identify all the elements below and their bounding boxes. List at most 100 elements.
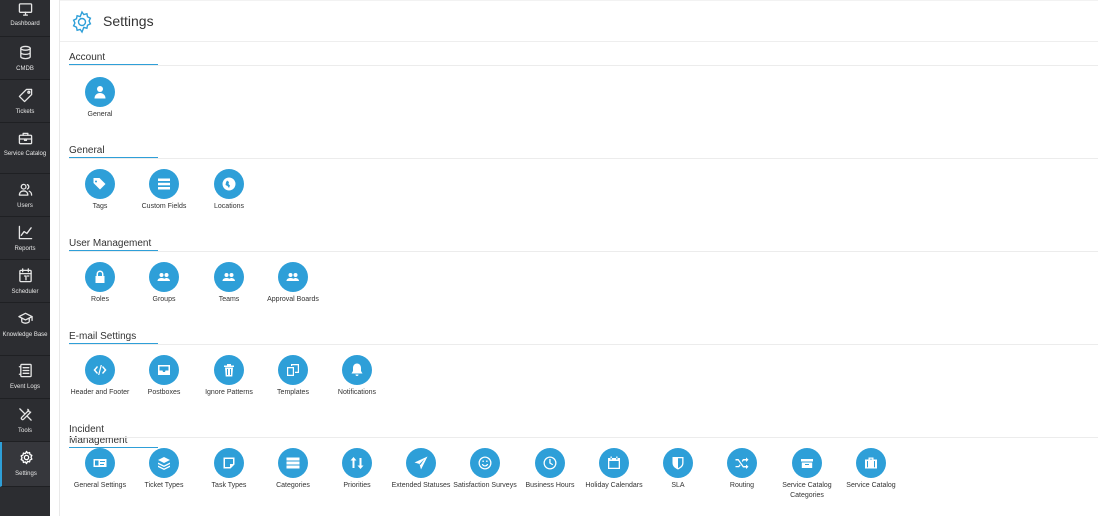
setting-label: Locations [214,203,244,210]
sidebar-item-service-catalog[interactable]: Service Catalog [0,123,50,174]
clock-icon [535,448,565,478]
sidebar-item-label: Dashboard [10,21,40,27]
setting-teams[interactable]: Teams [193,262,265,305]
section-title-incident-management: Incident Management [69,424,158,448]
graduation-cap-icon [0,311,50,333]
setting-service-catalog-categories[interactable]: Service Catalog Categories [771,448,843,501]
setting-ticket-types[interactable]: Ticket Types [128,448,200,491]
sidebar-item-settings[interactable]: Settings [0,442,50,487]
setting-label: Categories [276,482,310,489]
gear-icon [2,450,50,472]
setting-task-types[interactable]: Task Types [193,448,265,491]
globe-icon [214,169,244,199]
setting-custom-fields[interactable]: Custom Fields [128,169,200,212]
section-title-email-settings: E-mail Settings [69,331,158,344]
setting-business-hours[interactable]: Business Hours [514,448,586,491]
setting-label: Ticket Types [144,482,184,489]
sidebar-item-label: Tickets [15,109,35,115]
setting-holiday-calendars[interactable]: Holiday Calendars [578,448,650,491]
setting-header-and-footer[interactable]: Header and Footer [64,355,136,398]
section-divider [69,65,1098,66]
setting-account-general[interactable]: General [64,77,136,120]
setting-label: Holiday Calendars [585,482,643,489]
setting-label: Extended Statuses [391,482,451,489]
setting-label: Postboxes [147,389,181,396]
sidebar-item-label: Reports [14,246,36,252]
layers-icon [149,448,179,478]
sidebar-item-label: Knowledge Base [2,332,48,338]
setting-label: Approval Boards [267,296,319,303]
sidebar-item-label: Tools [17,428,32,434]
sidebar-item-label: Scheduler [11,289,39,295]
setting-general-settings[interactable]: General Settings [64,448,136,491]
sidebar-item-knowledge-base[interactable]: Knowledge Base [0,303,50,356]
section-divider [69,344,1098,345]
send-icon [406,448,436,478]
sidebar-item-label: Service Catalog [3,151,47,157]
setting-postboxes[interactable]: Postboxes [128,355,200,398]
calendar-icon [0,268,50,290]
setting-label: Service Catalog Categories [782,482,832,499]
setting-ignore-patterns[interactable]: Ignore Patterns [193,355,265,398]
setting-roles[interactable]: Roles [64,262,136,305]
setting-label: Task Types [211,482,247,489]
setting-routing[interactable]: Routing [706,448,778,491]
briefcase-icon [856,448,886,478]
settings-main: Settings Account General General Tags Cu… [59,0,1098,516]
tag-icon [0,88,50,110]
setting-notifications[interactable]: Notifications [321,355,393,398]
setting-extended-statuses[interactable]: Extended Statuses [385,448,457,491]
setting-label: Groups [152,296,176,303]
setting-groups[interactable]: Groups [128,262,200,305]
setting-label: Business Hours [525,482,575,489]
setting-priorities[interactable]: Priorities [321,448,393,491]
id-card-icon [85,448,115,478]
setting-label: Templates [277,389,309,396]
setting-label: Custom Fields [141,203,187,210]
tags-icon [85,169,115,199]
sidebar-item-scheduler[interactable]: Scheduler [0,260,50,303]
section-divider [69,158,1098,159]
page-header: Settings [60,0,1098,42]
archive-icon [792,448,822,478]
setting-categories[interactable]: Categories [257,448,329,491]
user-icon [85,77,115,107]
sidebar-item-reports[interactable]: Reports [0,217,50,260]
shuffle-icon [727,448,757,478]
settings-gear-icon [70,10,94,34]
setting-service-catalog[interactable]: Service Catalog [835,448,907,491]
sidebar-item-label: Settings [15,471,37,477]
section-title-account: Account [69,52,158,65]
sidebar-item-cmdb[interactable]: CMDB [0,37,50,80]
setting-satisfaction-surveys[interactable]: Satisfaction Surveys [449,448,521,491]
approval-icon [278,262,308,292]
setting-tags[interactable]: Tags [64,169,136,212]
sidebar-item-dashboard[interactable]: Dashboard [0,0,50,37]
setting-label: Ignore Patterns [205,389,253,396]
setting-label: Tags [92,203,108,210]
bell-icon [342,355,372,385]
setting-label: Notifications [337,389,377,396]
users-icon [0,182,50,204]
smile-icon [470,448,500,478]
setting-approval-boards[interactable]: Approval Boards [257,262,329,305]
setting-templates[interactable]: Templates [257,355,329,398]
setting-label: Header and Footer [70,389,130,396]
section-title-user-management: User Management [69,238,158,251]
sidebar-item-label: Event Logs [9,384,41,390]
setting-locations[interactable]: Locations [193,169,265,212]
log-icon [0,363,50,385]
sidebar-item-users[interactable]: Users [0,174,50,217]
sidebar: Dashboard CMDB Tickets Service Catalog U… [0,0,50,516]
calendar-icon [599,448,629,478]
setting-label: Service Catalog [846,482,896,489]
shield-icon [663,448,693,478]
setting-label: SLA [671,482,685,489]
section-divider [69,251,1098,252]
sidebar-item-tools[interactable]: Tools [0,399,50,442]
sidebar-item-label: CMDB [16,66,34,72]
sidebar-item-tickets[interactable]: Tickets [0,80,50,123]
setting-sla[interactable]: SLA [642,448,714,491]
lock-icon [85,262,115,292]
sidebar-item-event-logs[interactable]: Event Logs [0,356,50,399]
